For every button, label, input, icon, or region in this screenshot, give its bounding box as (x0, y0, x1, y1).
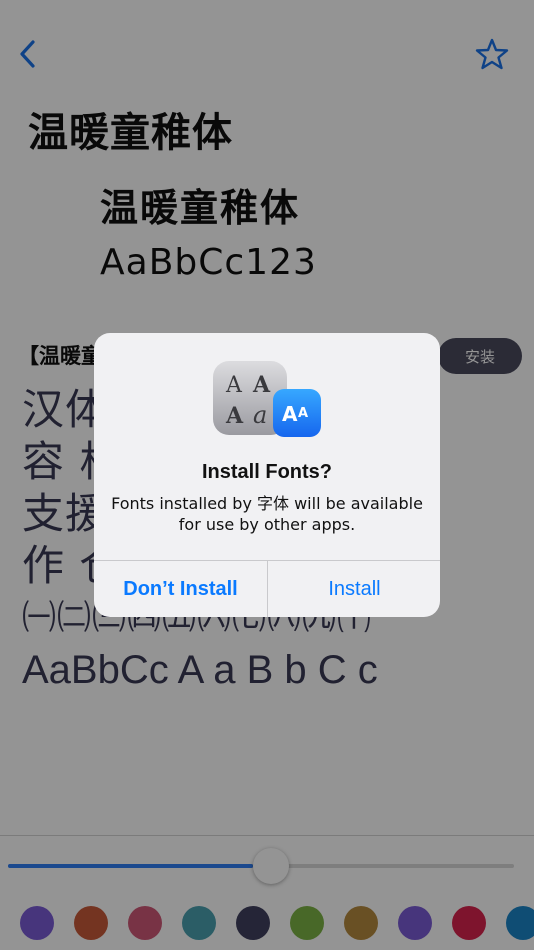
dont-install-button[interactable]: Don’t Install (94, 561, 267, 617)
fonts-app-icon: A A A a A A (213, 361, 321, 437)
alert-title: Install Fonts? (202, 461, 332, 483)
svg-text:A: A (225, 403, 244, 429)
svg-text:A: A (282, 402, 298, 426)
svg-text:a: a (253, 401, 267, 429)
install-confirm-button[interactable]: Install (268, 561, 440, 617)
svg-text:A: A (298, 406, 308, 421)
svg-text:A: A (252, 372, 271, 398)
install-fonts-alert: A A A a A A Install Fonts? Fonts install… (94, 333, 440, 617)
alert-message: Fonts installed by 字体 will be available … (111, 494, 423, 534)
svg-text:A: A (225, 373, 243, 398)
